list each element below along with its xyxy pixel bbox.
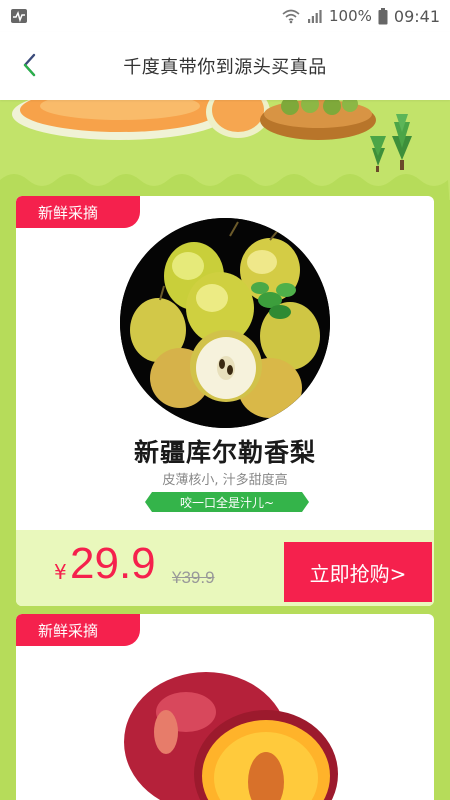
banner	[0, 100, 450, 200]
product-description: 皮薄核小, 汁多甜度高	[162, 473, 288, 488]
product-card[interactable]: 新鲜采摘	[16, 196, 434, 606]
original-price: ¥39.9	[172, 568, 215, 587]
back-arrow-icon	[23, 53, 36, 77]
page-title: 千度真带你到源头买真品	[123, 57, 327, 78]
status-bar: 100% 09:41	[0, 0, 450, 32]
battery-icon	[378, 7, 388, 24]
clock: 09:41	[393, 6, 440, 26]
product-card[interactable]: 新鲜采摘	[16, 614, 434, 800]
status-left	[10, 8, 28, 24]
nav-bar: 千度真带你到源头买真品	[0, 32, 450, 100]
current-price: 29.9	[70, 539, 156, 588]
activity-icon	[11, 9, 27, 23]
buy-now-button[interactable]: 立即抢购>	[284, 542, 432, 602]
price-area: ¥ 29.9 ¥39.9 立即抢购>	[16, 530, 434, 606]
slogan-banner: 咬一口全是汁儿~	[145, 492, 309, 512]
wifi-icon	[282, 9, 300, 24]
battery-percentage: 100%	[329, 7, 372, 25]
fresh-tag: 新鲜采摘	[16, 614, 140, 646]
fresh-tag: 新鲜采摘	[16, 196, 140, 228]
peach-image	[106, 642, 346, 800]
signal-icon	[308, 10, 322, 23]
status-right: 100% 09:41	[281, 7, 440, 26]
back-button[interactable]	[14, 50, 46, 82]
product-name: 新疆库尔勒香梨	[133, 438, 316, 467]
pear-image	[120, 218, 330, 428]
currency-symbol: ¥	[54, 560, 67, 584]
